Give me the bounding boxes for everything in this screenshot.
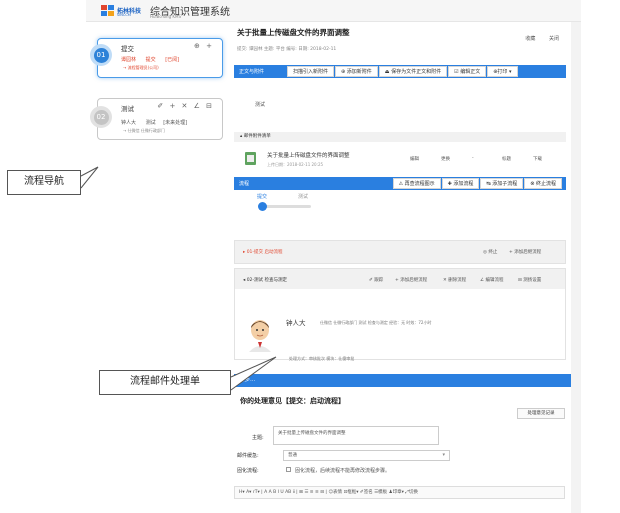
flow-nav-callout: 流程导航 <box>7 170 81 195</box>
subject-label: 主题: <box>252 435 264 441</box>
process-toolbar: ⚠ 再查流程图示 ✚ 添加流程 ↹ 添加子流程 ⊗ 终止流程 <box>392 178 562 189</box>
edit-step-link[interactable]: ∠ 编辑流程 <box>480 277 503 283</box>
flow-node-test[interactable]: 测试 ✐ + ✕ ∠ ⊟ 钟人大 测试 [未来处理] → 仕微信 仕微行政部门 <box>97 98 223 140</box>
replace-link[interactable]: 更换 <box>441 156 450 162</box>
attachment-section-label[interactable]: ▴ 邮件附件清单 <box>234 132 566 142</box>
step-number-badge: 01 <box>90 44 112 66</box>
company-sub: SINCCM <box>117 13 131 17</box>
more-bar[interactable]: 更多... <box>234 374 571 387</box>
step-title[interactable]: ◂ 02-测试 检查与测定 <box>243 277 287 283</box>
assignee-footer: 处理方式：审核批次 模块：仕傻审批 <box>289 356 355 361</box>
close-link[interactable]: 关闭 <box>549 36 559 42</box>
node-title: 测试 <box>121 105 134 113</box>
attachment-name[interactable]: 关于批量上传磁盘文件的界面调整 <box>267 151 350 159</box>
timeline-label-test[interactable]: 测试 <box>298 193 308 200</box>
fix-process-text: 固化流程，后续流程不能再修改流程步骤。 <box>295 468 391 474</box>
bar-label: 正文与附件 <box>239 69 265 75</box>
node-tools-icons[interactable]: ⊕ + <box>194 42 214 50</box>
top-links: 收藏 关闭 <box>513 35 559 42</box>
opinion-title: 你的处理意见【提交：启动流程】 <box>240 397 345 405</box>
title-link[interactable]: 标题 <box>502 156 511 162</box>
urgency-select[interactable]: 普通 <box>283 450 450 461</box>
favorite-link[interactable]: 收藏 <box>525 36 535 42</box>
document-title: 关于批量上传磁盘文件的界面调整 <box>237 28 350 37</box>
track-link[interactable]: ✐ 跟踪 <box>369 277 383 283</box>
download-link[interactable]: 下载 <box>533 156 542 162</box>
assignee-info: 仕微信 仕微行政部门 测试 检查与测定 经验：无 时效：72小时 <box>320 320 432 325</box>
step-panel-submit: ▸ 01-提交 启动流程 ◎ 终止 + 添加后继流程 <box>234 240 566 264</box>
flow-node-submit[interactable]: 提交 ⊕ + 谭园林 提交 [已阅] → 流程管理员(公司) <box>97 38 223 78</box>
opinion-history-button[interactable]: 处理意见记录 <box>517 408 565 419</box>
separator: - <box>472 156 474 161</box>
print-button[interactable]: ⊕打印 ▾ <box>487 66 518 77</box>
scroll-track[interactable] <box>571 22 581 513</box>
add-subprocess-button[interactable]: ↹ 添加子流程 <box>480 178 524 189</box>
step-panel-test: ◂ 02-测试 检查与测定 ✐ 跟踪 + 添加后继流程 ✕ 删除流程 ∠ 编辑流… <box>234 268 566 360</box>
system-subtitle: HuiBoTong KMS <box>150 14 182 19</box>
app-header: 拓林科技 SINCCM 综合知识管理系统 HuiBoTong KMS <box>86 0 581 22</box>
node-title: 提交 <box>121 45 134 53</box>
terminate-process-button[interactable]: ⊗ 终止流程 <box>524 178 562 189</box>
add-process-button[interactable]: ✚ 添加流程 <box>441 178 480 189</box>
user-avatar <box>249 320 271 352</box>
document-meta: 提交: 谭园林 主题: 平台 编号: 日期: 2018-02-11 <box>237 47 337 52</box>
fix-process-checkbox[interactable] <box>286 467 291 472</box>
step-title[interactable]: ▸ 01-提交 启动流程 <box>243 249 282 255</box>
document-body: 测试 <box>255 102 266 108</box>
timeline-track <box>261 205 311 208</box>
timeline-current-dot[interactable] <box>258 202 267 211</box>
subject-input[interactable]: 关于批量上传磁盘文件的界面调整 <box>273 426 439 445</box>
image-file-icon <box>245 152 256 165</box>
screen: 拓林科技 SINCCM 综合知识管理系统 HuiBoTong KMS 提交 ⊕ … <box>0 0 620 513</box>
node-status-line: 谭园林 提交 [已阅] <box>121 57 180 63</box>
node-meta: → 流程管理员(公司) <box>123 65 159 70</box>
attachment-date: 上传日期：2018-02-11 20:25 <box>267 162 324 167</box>
step-number-badge: 02 <box>90 106 112 128</box>
add-attachment-button[interactable]: ⊕ 添加新附件 <box>335 66 378 77</box>
scan-import-button[interactable]: 扫描引入新附件 <box>287 66 335 77</box>
view-flowchart-button[interactable]: ⚠ 再查流程图示 <box>392 178 441 189</box>
editor-toolbar[interactable]: H▾ A▾ rT▾ | A A B I U AB ⅱ | ⊞ ☰ ≡ ≡ ⊟ |… <box>234 486 565 499</box>
save-as-file-button[interactable]: ⏏ 保存为文件正文和附件 <box>378 66 448 77</box>
step-header: ◂ 02-测试 检查与测定 ✐ 跟踪 + 添加后继流程 ✕ 删除流程 ∠ 编辑流… <box>235 269 565 289</box>
body-toolbar: 扫描引入新附件 ⊕ 添加新附件 ⏏ 保存为文件正文和附件 ☑ 编辑正文 ⊕打印 … <box>286 66 518 77</box>
node-status-line: 钟人大 测试 [未来处理] <box>121 120 188 126</box>
body-attachments-bar: 正文与附件 扫描引入新附件 ⊕ 添加新附件 ⏏ 保存为文件正文和附件 ☑ 编辑正… <box>234 65 566 78</box>
timeline-label-submit[interactable]: 提交 <box>257 193 267 200</box>
flow-nav-panel <box>86 22 229 513</box>
bar-label: 流程 <box>239 181 250 187</box>
node-tools-icons[interactable]: ✐ + ✕ ∠ ⊟ <box>157 102 214 110</box>
fix-process-label: 固化流程: <box>237 468 259 474</box>
node-meta: → 仕微信 仕微行政部门 <box>123 128 165 133</box>
mail-form-callout: 流程邮件处理单 <box>99 370 231 395</box>
process-bar: 流程 ⚠ 再查流程图示 ✚ 添加流程 ↹ 添加子流程 ⊗ 终止流程 <box>234 177 566 190</box>
edit-link[interactable]: 编辑 <box>410 156 419 162</box>
urgency-label: 邮件缓急: <box>237 453 259 459</box>
add-next-step-link[interactable]: + 添加后继流程 <box>395 277 427 283</box>
add-next-step-link[interactable]: + 添加后继流程 <box>509 249 541 255</box>
terminate-step-link[interactable]: ◎ 终止 <box>483 249 497 255</box>
delete-step-link[interactable]: ✕ 删除流程 <box>443 277 466 283</box>
assignee-name: 钟人大 <box>286 319 306 327</box>
edit-body-button[interactable]: ☑ 编辑正文 <box>448 66 487 77</box>
step-settings-link[interactable]: ⊟ 测扬设置 <box>518 277 541 283</box>
company-logo-icon <box>101 5 115 17</box>
